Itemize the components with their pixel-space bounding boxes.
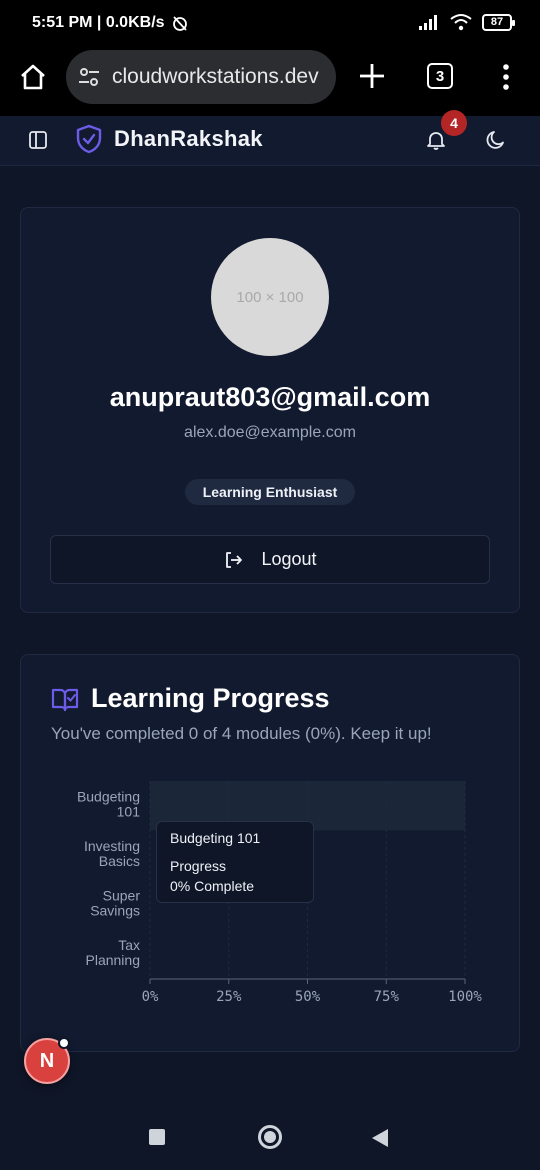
brand-name: DhanRakshak bbox=[114, 126, 263, 151]
tooltip-title: Budgeting 101 bbox=[170, 830, 261, 846]
signal-icon bbox=[419, 15, 437, 30]
notification-count-badge: 4 bbox=[441, 110, 467, 136]
learning-progress-title: Learning Progress bbox=[91, 683, 330, 713]
book-check-icon bbox=[51, 688, 79, 711]
x-tick-label: 75% bbox=[374, 989, 400, 1005]
x-tick-label: 0% bbox=[142, 989, 159, 1005]
new-tab-icon[interactable] bbox=[356, 60, 388, 92]
home-button[interactable] bbox=[258, 1125, 282, 1149]
address-bar[interactable]: cloudworkstations.dev bbox=[66, 50, 336, 104]
y-tick-label: Planning bbox=[86, 952, 141, 968]
learning-progress-header: Learning Progress bbox=[51, 683, 330, 714]
x-tick-label: 25% bbox=[216, 989, 242, 1005]
logout-button[interactable]: Logout bbox=[50, 535, 490, 584]
site-settings-icon[interactable] bbox=[78, 66, 100, 88]
tooltip-value: 0% Complete bbox=[170, 878, 255, 894]
y-tick-label: Budgeting bbox=[77, 788, 140, 804]
sidebar-toggle-icon[interactable] bbox=[28, 130, 48, 150]
y-tick-label: 101 bbox=[117, 803, 141, 819]
fab-indicator-dot bbox=[58, 1037, 70, 1049]
role-badge: Learning Enthusiast bbox=[185, 479, 355, 505]
learning-progress-description: You've completed 0 of 4 modules (0%). Ke… bbox=[51, 724, 432, 743]
y-tick-label: Basics bbox=[99, 853, 140, 869]
y-tick-label: Savings bbox=[90, 902, 140, 918]
logout-icon bbox=[226, 551, 243, 568]
y-tick-label: Super bbox=[103, 887, 141, 903]
shield-check-icon bbox=[76, 124, 102, 154]
wifi-icon bbox=[450, 14, 472, 31]
home-icon[interactable] bbox=[18, 62, 48, 92]
status-bar: 5:51 PM | 0.0KB/s 87 bbox=[0, 0, 540, 46]
status-right: 87 bbox=[418, 13, 515, 31]
y-tick-label: Investing bbox=[84, 838, 140, 854]
logout-label: Logout bbox=[261, 549, 317, 569]
status-left: 5:51 PM | 0.0KB/s bbox=[32, 14, 189, 32]
tab-switcher-button[interactable]: 3 bbox=[427, 63, 453, 89]
battery-indicator: 87 bbox=[482, 13, 515, 31]
url-text: cloudworkstations.dev bbox=[112, 65, 319, 88]
browser-toolbar: cloudworkstations.dev 3 bbox=[0, 46, 540, 116]
alarm-off-icon bbox=[172, 16, 187, 31]
more-options-icon[interactable] bbox=[496, 62, 516, 92]
profile-email: alex.doe@example.com bbox=[184, 424, 356, 441]
profile-card: 100 × 100 anupraut803@gmail.com alex.doe… bbox=[20, 207, 520, 613]
learning-progress-card: Learning Progress You've completed 0 of … bbox=[20, 654, 520, 1052]
theme-toggle-moon-icon[interactable] bbox=[484, 128, 508, 152]
x-tick-label: 50% bbox=[295, 989, 321, 1005]
tooltip-label: Progress bbox=[170, 858, 227, 874]
avatar: 100 × 100 bbox=[211, 238, 329, 356]
y-tick-label: Tax bbox=[118, 937, 140, 953]
system-nav-bar bbox=[0, 1102, 540, 1170]
x-tick-label: 100% bbox=[448, 989, 482, 1005]
brand[interactable]: DhanRakshak bbox=[76, 124, 263, 154]
status-time: 5:51 PM | 0.0KB/s bbox=[32, 14, 165, 31]
chart-tooltip: Budgeting 101 Progress 0% Complete bbox=[156, 821, 314, 903]
back-button[interactable] bbox=[372, 1129, 388, 1147]
recents-button[interactable] bbox=[149, 1129, 165, 1145]
profile-display-name: anupraut803@gmail.com bbox=[109, 382, 431, 412]
